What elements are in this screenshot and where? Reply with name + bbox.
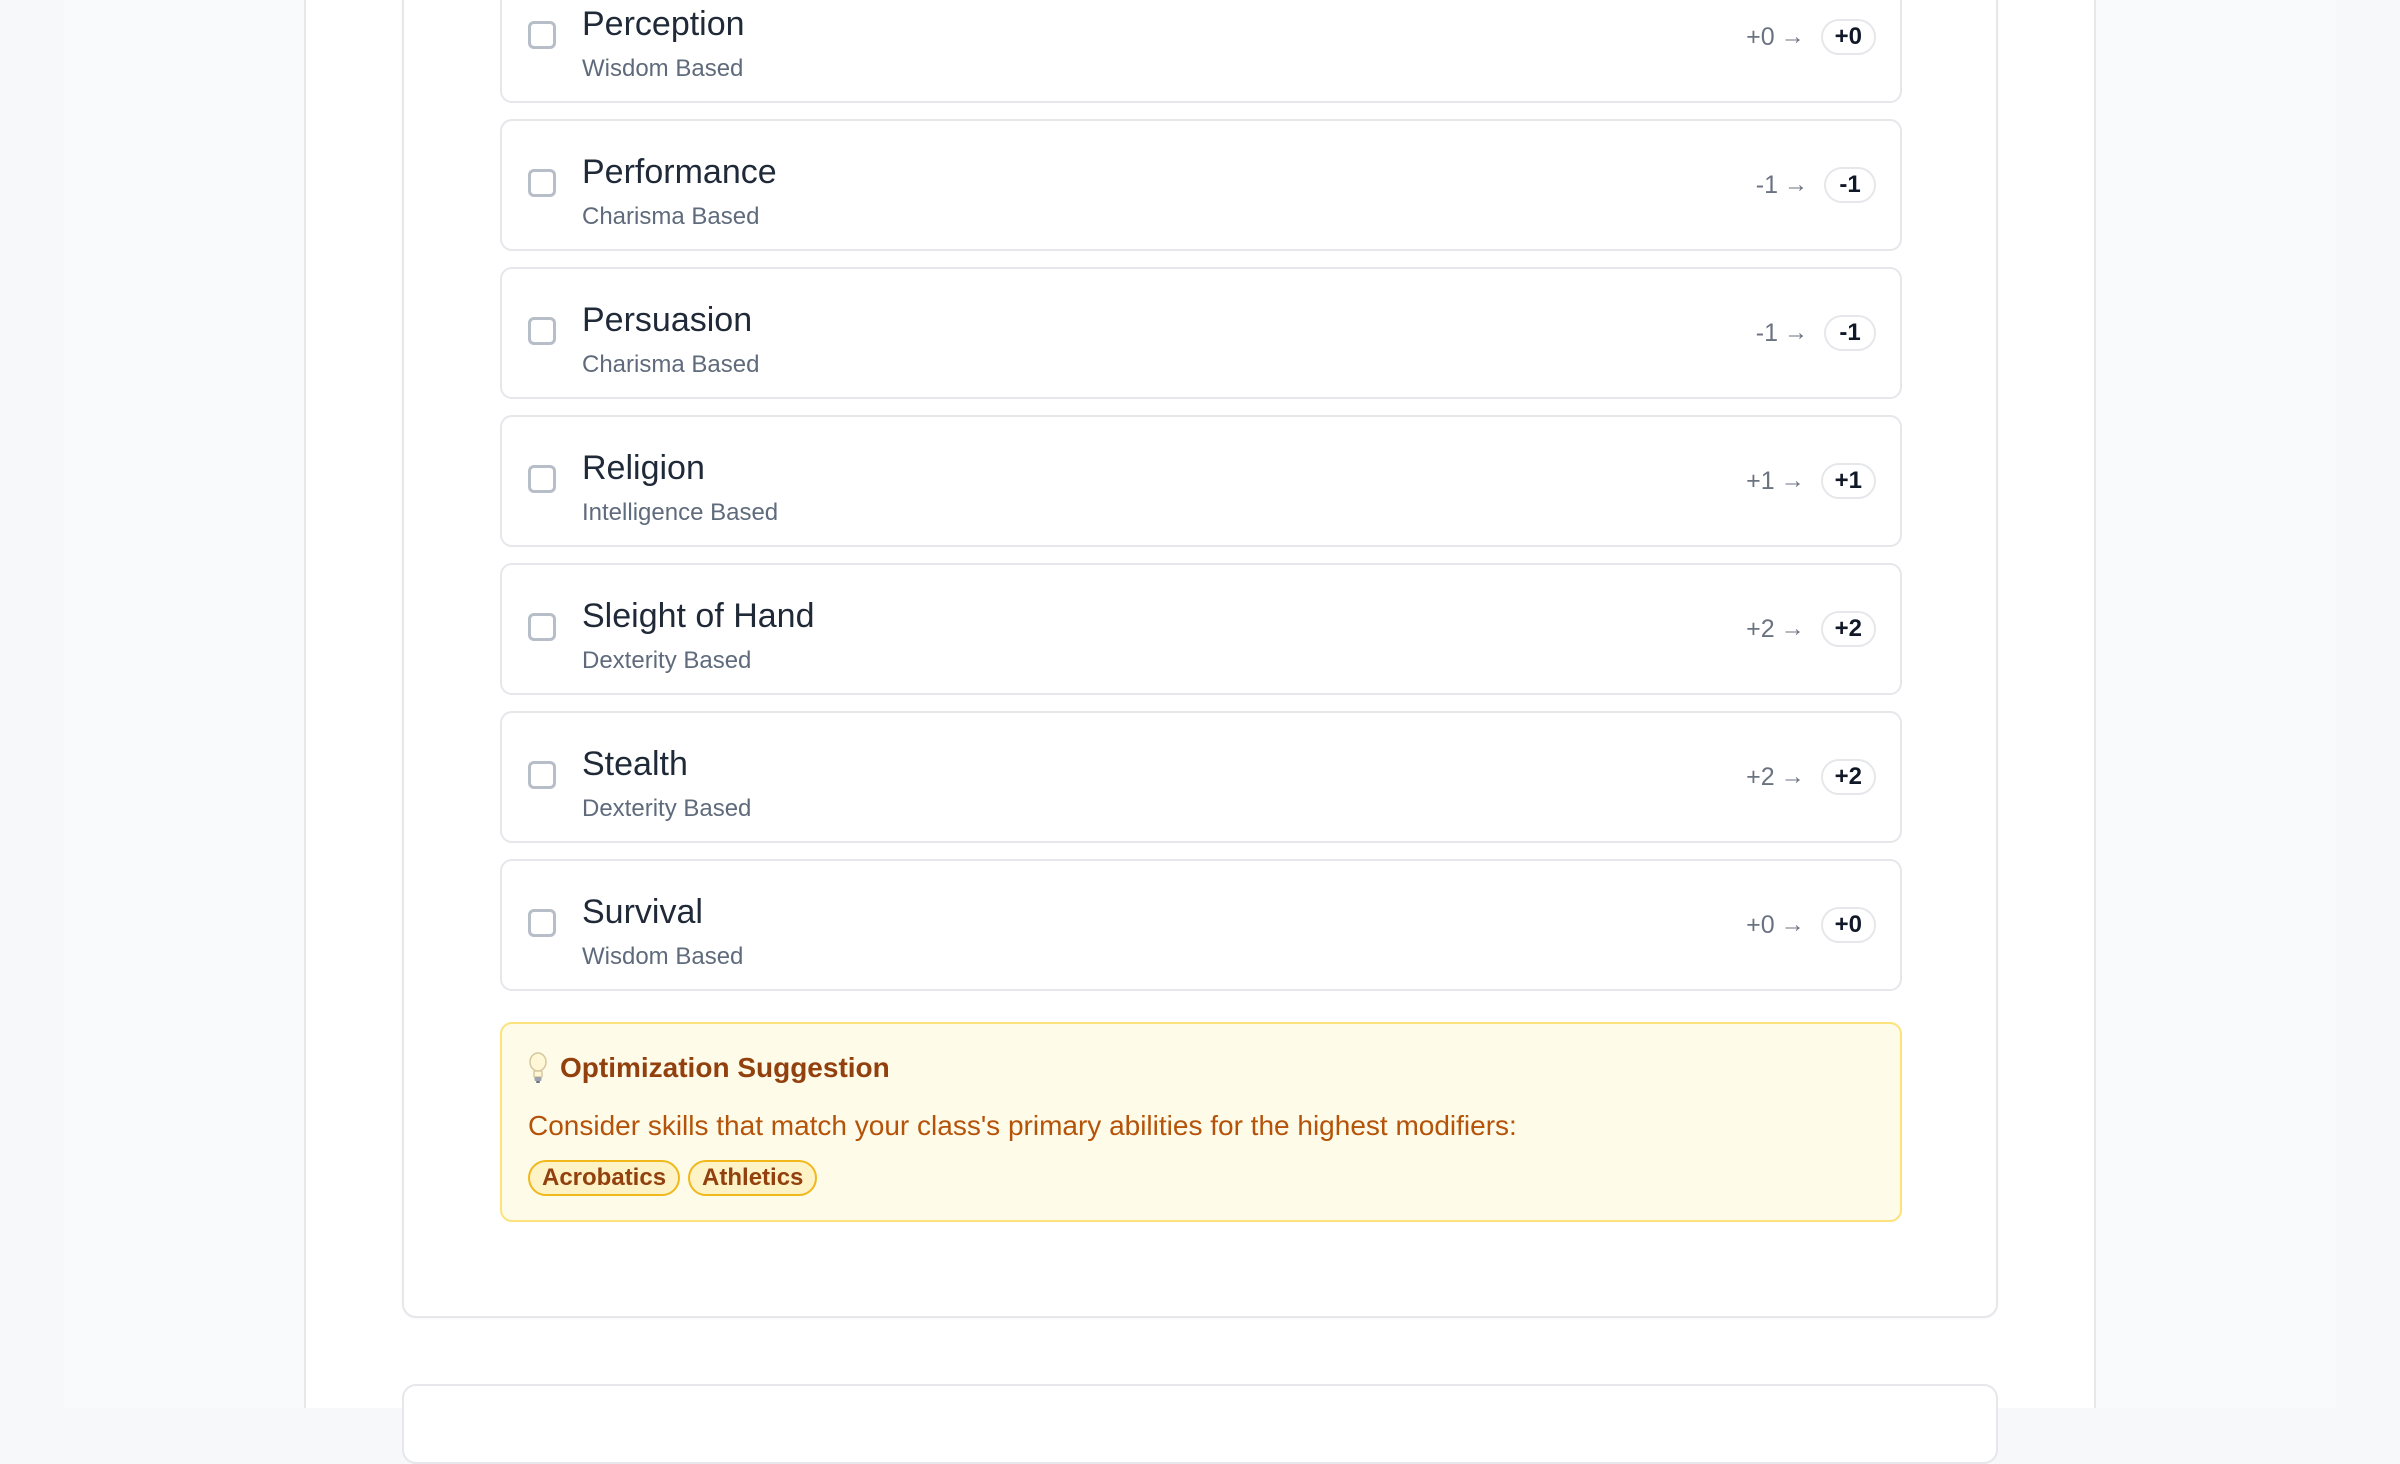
total-modifier-badge: +2 [1820, 611, 1876, 647]
suggestion-title: Optimization Suggestion [560, 1052, 890, 1083]
arrow-right-icon: → [1780, 911, 1805, 938]
skill-ability: Charisma Based [582, 203, 760, 230]
skill-modifier: -1 → -1 [1756, 165, 1876, 205]
skill-ability: Charisma Based [582, 351, 760, 378]
base-modifier: +0 [1746, 22, 1775, 51]
arrow-right-icon: → [1780, 467, 1805, 494]
skill-modifier: +0 → +0 [1746, 905, 1876, 945]
total-modifier-badge: +0 [1820, 907, 1876, 943]
skill-ability: Dexterity Based [582, 795, 752, 822]
skill-name: Religion [582, 449, 705, 487]
skill-name: Survival [582, 893, 703, 931]
skill-modifier: +0 → +0 [1746, 17, 1876, 57]
suggested-skill-tag[interactable]: Acrobatics [528, 1160, 681, 1196]
base-modifier: +0 [1746, 910, 1775, 939]
base-modifier: +2 [1746, 614, 1775, 643]
skill-ability: Wisdom Based [582, 943, 744, 970]
skill-name: Perception [582, 5, 745, 43]
skill-row-survival[interactable]: Survival Wisdom Based +0 → +0 [500, 859, 1902, 991]
skill-name: Stealth [582, 745, 688, 783]
suggested-skill-tag[interactable]: Athletics [688, 1160, 818, 1196]
arrow-right-icon: → [1780, 615, 1805, 642]
arrow-right-icon: → [1780, 763, 1805, 790]
base-modifier: -1 [1755, 170, 1778, 199]
lightbulb-icon [529, 1052, 547, 1083]
skill-checkbox[interactable] [528, 613, 556, 641]
total-modifier-badge: +1 [1820, 463, 1876, 499]
base-modifier: +1 [1746, 466, 1775, 495]
total-modifier-badge: +2 [1820, 759, 1876, 795]
skill-modifier: +2 → +2 [1746, 757, 1876, 797]
skill-modifier: -1 → -1 [1756, 313, 1876, 353]
skill-name: Persuasion [582, 301, 753, 339]
skill-row-religion[interactable]: Religion Intelligence Based +1 → +1 [500, 415, 1902, 547]
total-modifier-badge: -1 [1824, 167, 1876, 203]
skill-row-stealth[interactable]: Stealth Dexterity Based +2 → +2 [500, 711, 1902, 843]
skill-row-performance[interactable]: Performance Charisma Based -1 → -1 [500, 119, 1902, 251]
skill-checkbox[interactable] [528, 21, 556, 49]
base-modifier: -1 [1755, 318, 1778, 347]
skill-ability: Intelligence Based [582, 499, 779, 526]
skill-checkbox[interactable] [528, 909, 556, 937]
arrow-right-icon: → [1784, 319, 1808, 346]
suggestion-text: Consider skills that match your class's … [528, 1110, 1517, 1141]
skill-list: Perception Wisdom Based +0 → +0 Performa… [500, 0, 1902, 1007]
skill-checkbox[interactable] [528, 169, 556, 197]
skill-row-perception[interactable]: Perception Wisdom Based +0 → +0 [500, 0, 1902, 103]
total-modifier-badge: +0 [1820, 19, 1876, 55]
skill-ability: Dexterity Based [582, 647, 752, 674]
skill-row-sleight-of-hand[interactable]: Sleight of Hand Dexterity Based +2 → +2 [500, 563, 1902, 695]
base-modifier: +2 [1746, 762, 1775, 791]
total-modifier-badge: -1 [1824, 315, 1876, 351]
arrow-right-icon: → [1784, 171, 1808, 198]
skill-modifier: +2 → +2 [1746, 609, 1876, 649]
skill-row-persuasion[interactable]: Persuasion Charisma Based -1 → -1 [500, 267, 1902, 399]
arrow-right-icon: → [1780, 23, 1805, 50]
skill-modifier: +1 → +1 [1746, 461, 1876, 501]
skill-name: Sleight of Hand [582, 597, 815, 635]
optimization-suggestion-box: Optimization Suggestion Consider skills … [500, 1022, 1902, 1222]
skill-checkbox[interactable] [528, 465, 556, 493]
skill-checkbox[interactable] [528, 317, 556, 345]
next-section-card [402, 1384, 1998, 1464]
skill-name: Performance [582, 153, 777, 191]
suggested-skill-tags: Acrobatics Athletics [528, 1160, 825, 1196]
skill-ability: Wisdom Based [582, 55, 744, 82]
suggestion-header: Optimization Suggestion [528, 1052, 890, 1084]
skill-checkbox[interactable] [528, 761, 556, 789]
